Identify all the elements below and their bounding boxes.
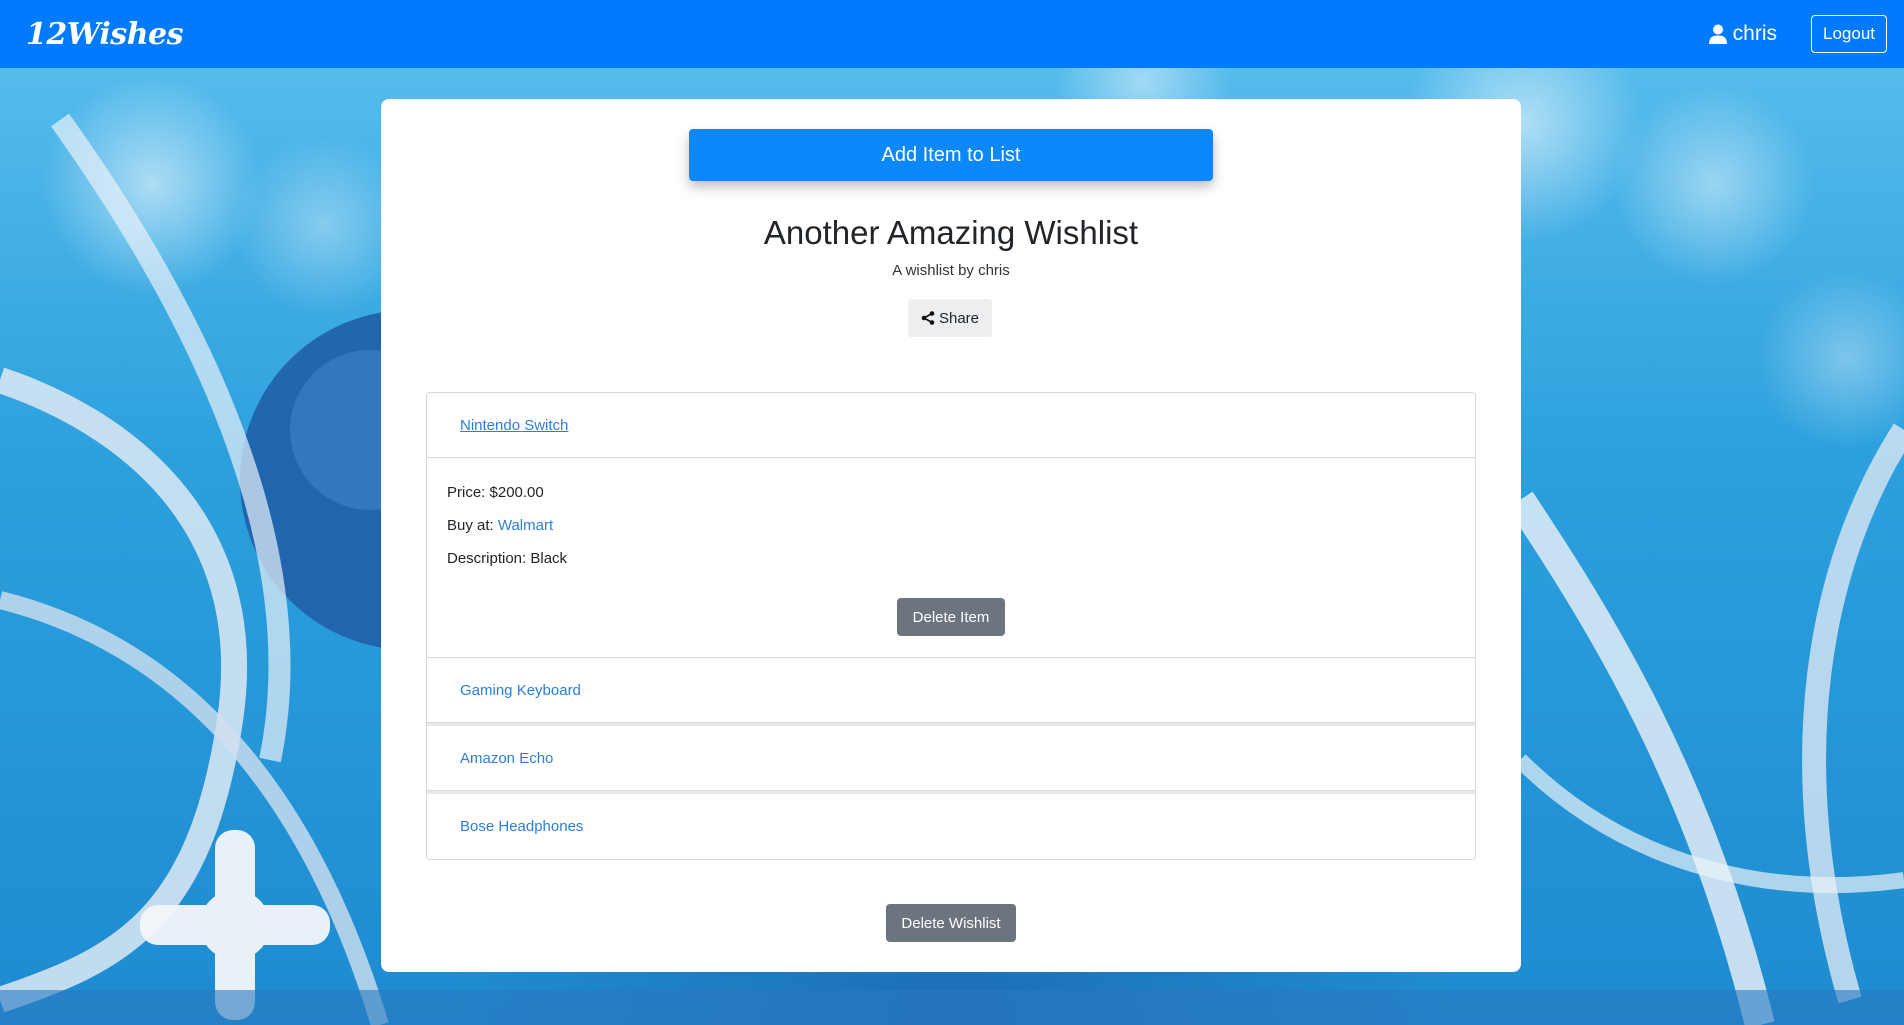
buy-at-label: Buy at: [447, 517, 498, 534]
delete-item-button[interactable]: Delete Item [897, 598, 1005, 636]
share-label: Share [938, 309, 980, 327]
delete-wishlist-button[interactable]: Delete Wishlist [886, 904, 1016, 942]
item-link-amazon-echo[interactable]: Amazon Echo [460, 750, 553, 767]
logout-button[interactable]: Logout [1811, 15, 1887, 53]
user-menu[interactable]: chris [1708, 22, 1777, 46]
add-item-button[interactable]: Add Item to List [689, 129, 1213, 181]
wishlist-subtitle: A wishlist by chris [892, 262, 1010, 279]
list-item[interactable]: Bose Headphones [427, 794, 1475, 859]
top-navbar: 12Wishes chris Logout [0, 0, 1904, 68]
wishlist-card: Add Item to List Another Amazing Wishlis… [381, 99, 1521, 972]
username-label: chris [1732, 22, 1777, 45]
navbar-right: chris Logout [1708, 15, 1887, 53]
item-link-nintendo-switch[interactable]: Nintendo Switch [460, 417, 568, 434]
share-icon [921, 311, 935, 325]
user-icon [1708, 24, 1727, 44]
share-button[interactable]: Share [908, 299, 992, 337]
list-item[interactable]: Nintendo Switch [427, 393, 1475, 458]
item-description: Description: Black [447, 550, 568, 567]
item-buy-at: Buy at: Walmart [447, 517, 553, 534]
brand-logo[interactable]: 12Wishes [26, 17, 184, 52]
wishlist-title: Another Amazing Wishlist [763, 214, 1139, 251]
list-item[interactable]: Gaming Keyboard [427, 658, 1475, 723]
store-link[interactable]: Walmart [498, 517, 553, 534]
item-price: Price: $200.00 [447, 484, 544, 501]
list-item[interactable]: Amazon Echo [427, 726, 1475, 791]
item-link-gaming-keyboard[interactable]: Gaming Keyboard [460, 682, 581, 699]
wishlist-items-accordion: Nintendo Switch Price: $200.00 Buy at: W… [426, 392, 1476, 860]
item-details: Price: $200.00 Buy at: Walmart Descripti… [427, 458, 1475, 658]
item-link-bose-headphones[interactable]: Bose Headphones [460, 818, 583, 835]
